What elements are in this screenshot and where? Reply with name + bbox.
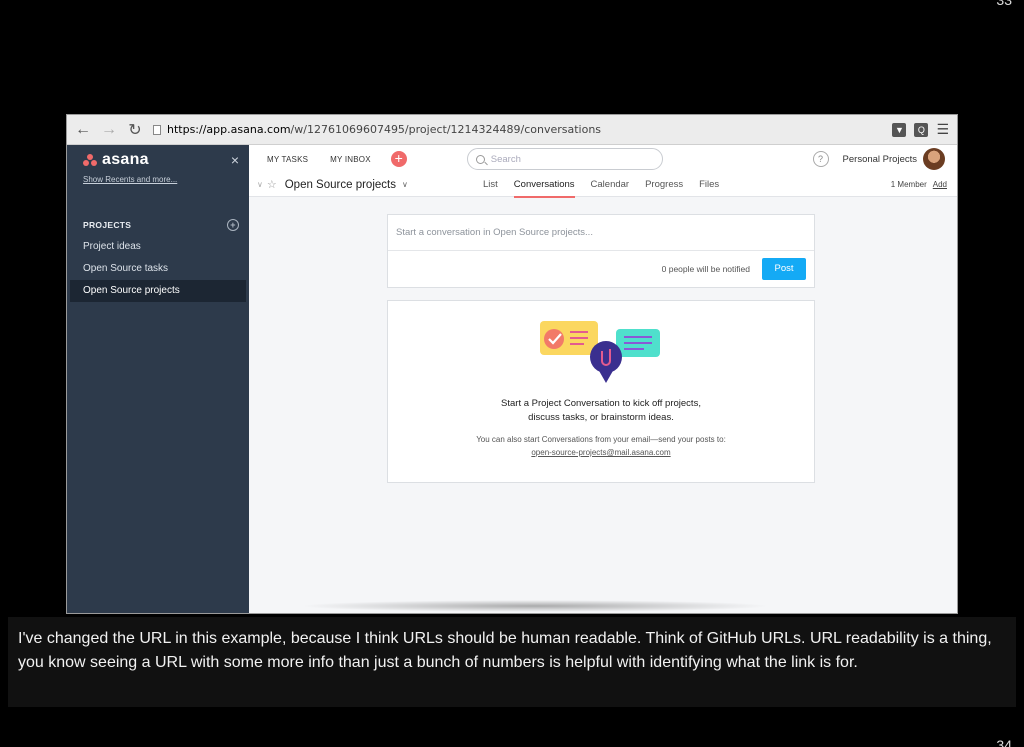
forward-arrow-icon[interactable]: →: [101, 121, 117, 139]
add-project-icon[interactable]: +: [227, 219, 239, 231]
slide-caption: I've changed the URL in this example, be…: [8, 617, 1016, 707]
empty-state-title: Start a Project Conversation to kick off…: [388, 397, 814, 425]
conversation-input[interactable]: Start a conversation in Open Source proj…: [388, 215, 814, 251]
show-recents-link[interactable]: Show Recents and more...: [67, 169, 249, 190]
asana-logo[interactable]: asana: [83, 151, 149, 169]
sidebar-item-open-source-tasks[interactable]: Open Source tasks: [67, 258, 249, 280]
sidebar: asana × Show Recents and more... PROJECT…: [67, 145, 249, 613]
tab-conversations[interactable]: Conversations: [513, 173, 575, 198]
sidebar-item-project-ideas[interactable]: Project ideas: [67, 236, 249, 258]
slide: 33 ← → ↻ https://app.asana.com/w/1276106…: [0, 0, 1024, 747]
hamburger-menu-icon[interactable]: ☰: [936, 121, 949, 138]
projects-heading: PROJECTS: [83, 220, 132, 230]
project-menu-chevron-icon[interactable]: ∨: [402, 180, 408, 189]
search-input[interactable]: Search: [466, 148, 663, 170]
search-placeholder: Search: [490, 153, 521, 165]
empty-title-line-1: Start a Project Conversation to kick off…: [501, 398, 701, 409]
org-name[interactable]: Personal Projects: [843, 154, 917, 165]
project-title[interactable]: Open Source projects: [285, 179, 396, 191]
top-bar: MY TASKS MY INBOX + Search ? Personal Pr…: [249, 145, 957, 173]
project-email[interactable]: open-source-projects@mail.asana.com: [388, 448, 814, 457]
pocket-icon[interactable]: ▼: [892, 122, 907, 137]
tab-list[interactable]: List: [483, 173, 498, 197]
star-icon[interactable]: ☆: [267, 178, 277, 191]
browser-toolbar: ← → ↻ https://app.asana.com/w/1276106960…: [67, 115, 957, 145]
tab-files[interactable]: Files: [699, 173, 719, 197]
conversation-illustration-icon: [540, 321, 660, 383]
member-count[interactable]: 1 Member: [891, 180, 927, 189]
close-icon[interactable]: ×: [231, 152, 239, 168]
project-tabs: List Conversations Calendar Progress Fil…: [483, 173, 719, 198]
chevron-down-icon[interactable]: ∨: [257, 180, 263, 189]
logo-text: asana: [102, 151, 149, 168]
my-tasks-link[interactable]: MY TASKS: [267, 155, 308, 164]
browser-window: ← → ↻ https://app.asana.com/w/1276106960…: [66, 114, 958, 614]
tab-progress[interactable]: Progress: [645, 173, 683, 197]
page-number-top: 33: [996, 0, 1012, 8]
back-arrow-icon[interactable]: ←: [75, 121, 91, 139]
quick-add-button[interactable]: +: [390, 151, 407, 167]
my-inbox-link[interactable]: MY INBOX: [330, 155, 371, 164]
extension-icon[interactable]: Q: [914, 122, 929, 137]
add-member-link[interactable]: Add: [933, 180, 947, 189]
empty-title-line-2: discuss tasks, or brainstorm ideas.: [528, 412, 674, 423]
asana-app: asana × Show Recents and more... PROJECT…: [67, 145, 957, 613]
tab-calendar[interactable]: Calendar: [591, 173, 630, 197]
post-button[interactable]: Post: [762, 258, 806, 280]
main-content: MY TASKS MY INBOX + Search ? Personal Pr…: [249, 145, 957, 613]
empty-state-subtext: You can also start Conversations from yo…: [476, 435, 726, 444]
notify-text: 0 people will be notified: [661, 264, 750, 274]
project-header: ∨ ☆ Open Source projects ∨ List Conversa…: [249, 173, 957, 198]
reload-icon[interactable]: ↻: [127, 120, 143, 140]
help-icon[interactable]: ?: [812, 151, 829, 167]
conversation-composer: Start a conversation in Open Source proj…: [387, 214, 815, 288]
sidebar-item-open-source-projects[interactable]: Open Source projects: [70, 280, 246, 302]
address-bar[interactable]: https://app.asana.com/w/12761069607495/p…: [153, 123, 882, 136]
url-host: https://app.asana.com: [167, 123, 291, 136]
empty-state-card: Start a Project Conversation to kick off…: [387, 300, 815, 483]
page-icon: [153, 124, 161, 135]
url-path: /w/12761069607495/project/1214324489/con…: [290, 123, 602, 136]
search-icon: [475, 154, 485, 164]
project-email-link[interactable]: open-source-projects@mail.asana.com: [531, 448, 670, 457]
window-shadow: [300, 600, 770, 612]
avatar[interactable]: [923, 148, 945, 170]
asana-logo-icon: [83, 154, 97, 166]
page-number-bottom: 34: [996, 737, 1012, 747]
